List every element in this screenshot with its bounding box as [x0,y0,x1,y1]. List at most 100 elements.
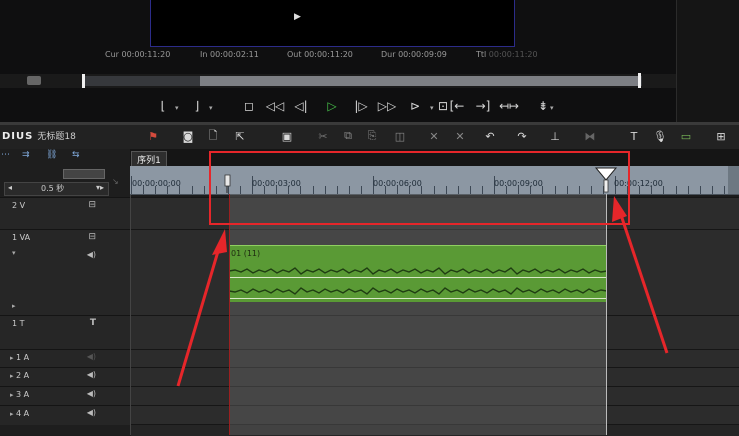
ruler-minor-tick [663,186,665,194]
ruler-minor-tick [711,186,713,194]
add-cut-icon[interactable]: ⊥ [545,126,565,146]
ruler-label: 00:00:00;00 [132,179,181,188]
track-header-2a[interactable]: ▸ 2 A ◀) [0,367,130,387]
expand-arrow-icon[interactable]: ▾ [12,249,16,257]
track-toggle-icon[interactable]: ⊟ [88,200,96,210]
monitor-screen [150,0,515,47]
expand-arrow-icon[interactable]: ▸ [12,302,16,310]
timecode-out: Out 00:00:11:20 [287,50,353,59]
redo-icon[interactable]: ↷ [512,126,532,146]
ripple-delete-icon[interactable]: ✕ [450,126,470,146]
link-icon[interactable]: ⛓ [46,150,57,160]
play-icon[interactable]: ▷ [321,94,343,118]
in-point-handle[interactable] [82,74,85,88]
in-point-line [229,194,230,435]
ruler-minor-tick [699,186,701,194]
project-name: 无标题18 [37,132,76,142]
track-header-1t[interactable]: 1 T T [0,315,130,349]
cut-icon[interactable]: ✂ [313,126,333,146]
timeline-zoom-select[interactable]: ◂ 0.5 秒 ▾▸ [4,182,109,196]
copy-icon[interactable]: ⧉ [338,126,358,146]
track-header-2v[interactable]: 2 V ⊟ [0,197,130,230]
track-header-3a[interactable]: ▸ 3 A ◀) [0,386,130,406]
chevron-left-icon[interactable]: ◂ [8,183,12,192]
audio-waveform-lower [229,287,607,295]
ruler-minor-tick [687,186,689,194]
clip-channel-divider [229,298,607,299]
timecode-row: Cur 00:00:11:20 In 00:00:02:11 Out 00:00… [0,50,676,64]
transport-controls: ⌊ ▾ ⌋ ▾ ◻ ◁◁ ◁| ▷ |▷ ▷▷ ⊳ ⊡ ▾ [← →] ↤↦ ⇟… [150,94,570,118]
speaker-icon[interactable]: ◀) [87,370,96,379]
chevron-down-icon[interactable]: ▾ [430,104,434,112]
sync-lock-icon[interactable]: ⋯ [1,150,10,160]
ruler-minor-tick [675,186,677,194]
timecode-ttl: Ttl 00:00:11:20 [476,50,538,59]
speaker-icon[interactable]: ◀) [87,408,96,417]
transition-icon[interactable]: ⧓ [580,126,600,146]
timecode-dur: Dur 00:00:09:09 [381,50,447,59]
chevron-down-icon[interactable]: ▾ [175,104,179,112]
split-icon[interactable]: ↤↦ [498,94,520,118]
camera-icon[interactable]: ◙ [178,126,198,146]
undo-icon[interactable]: ↶ [480,126,500,146]
microphone-icon[interactable]: 🎙 [650,126,670,146]
loop-icon[interactable]: ⊳ [404,94,426,118]
track-header-1a[interactable]: ▸ 1 A ◀) [0,349,130,368]
speaker-icon[interactable]: ◀) [87,352,96,361]
title-icon[interactable]: T [624,126,644,146]
step-back-icon[interactable]: ◁| [290,94,312,118]
highlight-box [209,151,630,225]
in-out-range-bar [200,76,641,86]
zoom-link-icon[interactable]: ↘ [112,177,119,186]
step-forward-icon[interactable]: |▷ [350,94,372,118]
clip-channel-divider [229,277,607,278]
expand-arrow-icon[interactable]: ▸ [10,354,14,362]
set-in-icon[interactable]: ⌊ [152,94,174,118]
ruler-minor-tick [191,186,193,194]
expand-arrow-icon[interactable]: ▸ [10,410,14,418]
app-title: DIUS 无标题18 [2,131,76,142]
set-out-icon[interactable]: ⌋ [186,94,208,118]
header-scrollbar[interactable] [63,169,105,179]
expand-arrow-icon[interactable]: ▸ [10,391,14,399]
overwrite-icon[interactable]: →] [472,94,494,118]
speaker-icon[interactable]: ◀) [87,250,96,259]
title-track-icon[interactable]: T [90,318,96,328]
delete-icon[interactable]: ✕ [424,126,444,146]
mode-flag-icon[interactable]: ⚑ [143,126,163,146]
tab-sequence-1[interactable]: 序列1 [131,151,167,167]
clip-label: 01 (11) [231,249,261,258]
audio-scroll-thumb[interactable] [27,76,41,85]
track-toggle-icon[interactable]: ⊟ [88,232,96,242]
track-header-1va[interactable]: 1 VA ⊟ ▾ ◀) ▸ [0,229,130,316]
stop-icon[interactable]: ◻ [238,94,260,118]
player-side-panel [676,0,739,122]
chevron-down-icon[interactable]: ▾ [209,104,213,112]
fast-forward-icon[interactable]: ▷▷ [376,94,398,118]
audio-waveform-upper [229,267,607,275]
chevron-down-icon[interactable]: ▾▸ [96,183,104,192]
open-icon[interactable]: ⇱ [230,126,250,146]
expand-arrow-icon[interactable]: ▸ [10,372,14,380]
rewind-icon[interactable]: ◁◁ [264,94,286,118]
new-sequence-icon[interactable]: 🗋 [203,126,223,146]
timecode-cur: Cur 00:00:11:20 [105,50,171,59]
ruler-end [728,166,739,194]
monitor-play-icon: ▶︎ [294,12,301,22]
in-out-range-shade [229,194,606,435]
render-icon[interactable]: ▭ [676,126,696,146]
insert-icon[interactable]: [← [446,94,468,118]
out-point-line [606,194,607,435]
layout-icon[interactable]: ⊞ [711,126,731,146]
paste-icon[interactable]: ⎘ [362,126,382,146]
ripple-icon[interactable]: ⇉ [22,150,30,160]
save-icon[interactable]: ▣ [277,126,297,146]
track-header-4a[interactable]: ▸ 4 A ◀) [0,405,130,425]
speaker-icon[interactable]: ◀) [87,389,96,398]
mode-buttons: ⋯ ⇉ ⛓ ⇆ [0,150,110,166]
timecode-in: In 00:00:02:11 [200,50,259,59]
chevron-down-icon[interactable]: ▾ [550,104,554,112]
replace-icon[interactable]: ◫ [390,126,410,146]
group-icon[interactable]: ⇆ [72,150,80,160]
out-point-handle[interactable] [638,73,641,88]
